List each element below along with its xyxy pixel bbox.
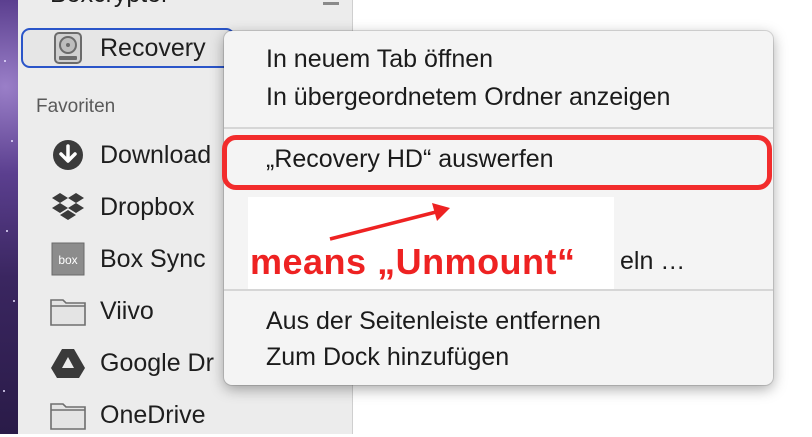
sidebar-item-label: Download <box>100 140 212 169</box>
folder-icon <box>50 397 86 433</box>
hard-drive-icon <box>50 30 86 66</box>
box-sync-icon: box <box>50 241 86 277</box>
sidebar-item-label: Dropbox <box>100 192 195 221</box>
sidebar-item-download[interactable]: Download <box>50 133 211 177</box>
menu-item-partially-hidden[interactable]: eln … <box>620 247 685 276</box>
eject-icon[interactable] <box>323 0 339 5</box>
annotation-highlight-box <box>222 135 772 190</box>
sidebar-item-label: Box Sync <box>100 244 206 273</box>
sidebar-item-label: Google Dr <box>100 348 214 377</box>
menu-item-open-in-new-tab[interactable]: In neuem Tab öffnen <box>266 45 493 74</box>
sidebar-item-google-drive[interactable]: Google Dr <box>50 341 214 385</box>
sidebar-item-label: Viivo <box>100 296 154 325</box>
svg-text:box: box <box>58 253 77 267</box>
sidebar-item-recovery-content[interactable]: Recovery <box>50 26 206 70</box>
context-menu: In neuem Tab öffnen In übergeordnetem Or… <box>222 31 773 385</box>
download-icon <box>50 137 86 173</box>
sidebar-item-label: Boxcryptor <box>50 0 169 8</box>
menu-item-add-to-dock[interactable]: Zum Dock hinzufügen <box>266 343 509 372</box>
sidebar-item-box-sync[interactable]: box Box Sync <box>50 237 206 281</box>
menu-separator <box>224 289 773 291</box>
google-drive-icon <box>50 345 86 381</box>
folder-icon <box>50 293 86 329</box>
sidebar-item-viivo[interactable]: Viivo <box>50 289 154 333</box>
menu-item-remove-from-sidebar[interactable]: Aus der Seitenleiste entfernen <box>266 307 601 336</box>
menu-item-show-in-enclosing-folder[interactable]: In übergeordnetem Ordner anzeigen <box>266 83 670 112</box>
sidebar-section-favorites: Favoriten <box>36 96 116 117</box>
sidebar-item-boxcryptor[interactable]: Boxcryptor <box>50 0 169 9</box>
annotation-text: means „Unmount“ <box>250 241 576 282</box>
menu-separator <box>224 127 773 129</box>
sidebar-item-onedrive[interactable]: OneDrive <box>50 393 206 437</box>
sidebar-item-label: Recovery <box>100 33 206 62</box>
sidebar-item-label: OneDrive <box>100 400 206 429</box>
sidebar-item-dropbox[interactable]: Dropbox <box>50 185 195 229</box>
dropbox-icon <box>50 189 86 225</box>
desktop-background <box>0 0 18 434</box>
